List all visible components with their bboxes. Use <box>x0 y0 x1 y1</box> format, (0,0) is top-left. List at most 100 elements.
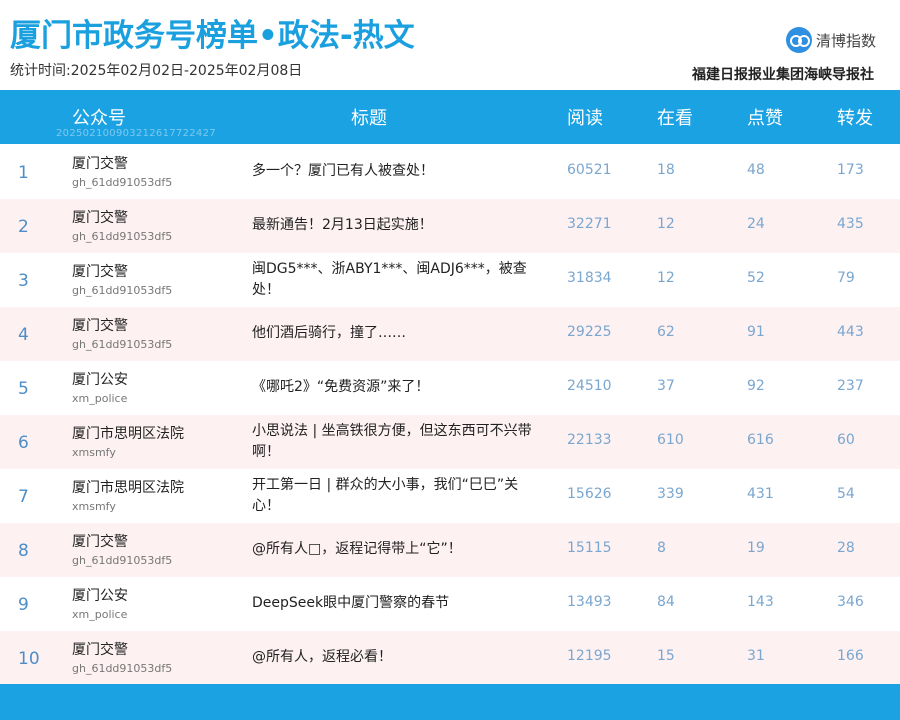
like-count: 616 <box>747 432 774 448</box>
article-title: 多一个？厦门已有人被查处！ <box>252 163 434 179</box>
table-row: 8 厦门交警 gh_61dd91053df5 @所有人□，返程记得带上“它”！ … <box>0 523 900 577</box>
share-count: 28 <box>837 540 855 556</box>
like-count: 48 <box>747 162 765 178</box>
account-id: gh_61dd91053df5 <box>72 662 173 675</box>
read-count: 13493 <box>567 594 612 610</box>
column-header-reads: 阅读 <box>567 108 603 129</box>
looking-count: 18 <box>657 162 675 178</box>
account-name: 厦门交警 <box>72 264 128 280</box>
rank-number: 4 <box>18 325 29 345</box>
looking-count: 610 <box>657 432 684 448</box>
account-name: 厦门市思明区法院 <box>72 426 184 442</box>
read-count: 22133 <box>567 432 612 448</box>
ranking-table: 1 厦门交警 gh_61dd91053df5 多一个？厦门已有人被查处！ 605… <box>0 145 900 685</box>
account-id: xmsmfy <box>72 500 116 513</box>
table-row: 4 厦门交警 gh_61dd91053df5 他们酒后骑行，撞了…… 29225… <box>0 307 900 361</box>
account-id: gh_61dd91053df5 <box>72 554 173 567</box>
share-count: 166 <box>837 648 864 664</box>
account-id: xm_police <box>72 608 128 621</box>
read-count: 24510 <box>567 378 612 394</box>
column-header-account: 公众号 <box>72 108 126 129</box>
rank-number: 8 <box>18 541 29 561</box>
article-title: 小思说法 | 坐高铁很方便，但这东西可不兴带啊！ <box>252 423 532 460</box>
column-header-likes: 点赞 <box>747 108 783 129</box>
table-row: 10 厦门交警 gh_61dd91053df5 @所有人，返程必看！ 12195… <box>0 631 900 685</box>
report-header: 厦门市政务号榜单•政法-热文 统计时间:2025年02月02日-2025年02月… <box>0 0 900 90</box>
rank-number: 3 <box>18 271 29 291</box>
article-title: @所有人□，返程记得带上“它”！ <box>252 541 462 557</box>
account-name: 厦门市思明区法院 <box>72 480 184 496</box>
statistics-period: 统计时间:2025年02月02日-2025年02月08日 <box>10 63 303 79</box>
rank-number: 1 <box>18 163 29 183</box>
like-count: 31 <box>747 648 765 664</box>
table-row: 2 厦门交警 gh_61dd91053df5 最新通告！2月13日起实施！ 32… <box>0 199 900 253</box>
rank-number: 2 <box>18 217 29 237</box>
table-header: 公众号 标题 阅读 在看 点赞 转发 202502100903212617722… <box>0 90 900 144</box>
share-count: 60 <box>837 432 855 448</box>
read-count: 15115 <box>567 540 612 556</box>
share-count: 346 <box>837 594 864 610</box>
account-name: 厦门交警 <box>72 318 128 334</box>
read-count: 29225 <box>567 324 612 340</box>
like-count: 92 <box>747 378 765 394</box>
account-id: gh_61dd91053df5 <box>72 230 173 243</box>
like-count: 19 <box>747 540 765 556</box>
rank-number: 10 <box>18 649 40 669</box>
footer-bar <box>0 684 900 720</box>
account-id: gh_61dd91053df5 <box>72 176 173 189</box>
table-row: 7 厦门市思明区法院 xmsmfy 开工第一日 | 群众的大小事，我们“巳巳”关… <box>0 469 900 523</box>
share-count: 237 <box>837 378 864 394</box>
like-count: 431 <box>747 486 774 502</box>
article-title: 他们酒后骑行，撞了…… <box>252 325 406 341</box>
article-title: 开工第一日 | 群众的大小事，我们“巳巳”关心！ <box>252 477 519 514</box>
rank-number: 9 <box>18 595 29 615</box>
account-id: xmsmfy <box>72 446 116 459</box>
column-header-looking: 在看 <box>657 108 693 129</box>
watermark-id: 20250210090321261772242​7 <box>56 128 216 139</box>
logo-text: 清博指数 <box>815 31 876 50</box>
rank-number: 7 <box>18 487 29 507</box>
column-header-title: 标题 <box>351 108 387 129</box>
share-count: 435 <box>837 216 864 232</box>
page-title: 厦门市政务号榜单•政法-热文 <box>10 18 415 54</box>
account-name: 厦门交警 <box>72 534 128 550</box>
like-count: 52 <box>747 270 765 286</box>
infinity-logo-icon <box>785 27 812 53</box>
publisher-name: 福建日报报业集团海峡导报社 <box>692 67 874 83</box>
account-id: gh_61dd91053df5 <box>72 338 173 351</box>
looking-count: 12 <box>657 270 675 286</box>
account-name: 厦门交警 <box>72 642 128 658</box>
looking-count: 84 <box>657 594 675 610</box>
looking-count: 339 <box>657 486 684 502</box>
table-row: 1 厦门交警 gh_61dd91053df5 多一个？厦门已有人被查处！ 605… <box>0 145 900 199</box>
looking-count: 12 <box>657 216 675 232</box>
read-count: 60521 <box>567 162 612 178</box>
share-count: 54 <box>837 486 855 502</box>
rank-number: 5 <box>18 379 29 399</box>
share-count: 173 <box>837 162 864 178</box>
account-name: 厦门交警 <box>72 156 128 172</box>
article-title: @所有人，返程必看！ <box>252 649 392 665</box>
like-count: 91 <box>747 324 765 340</box>
column-header-shares: 转发 <box>837 108 873 129</box>
table-row: 9 厦门公安 xm_police DeepSeek眼中厦门警察的春节 13493… <box>0 577 900 631</box>
account-name: 厦门公安 <box>72 588 128 604</box>
looking-count: 37 <box>657 378 675 394</box>
qingbo-logo: 清博指数 <box>785 26 876 54</box>
table-row: 5 厦门公安 xm_police 《哪吒2》“免费资源”来了！ 24510 37… <box>0 361 900 415</box>
account-id: xm_police <box>72 392 128 405</box>
read-count: 32271 <box>567 216 612 232</box>
article-title: 闽DG5***、浙ABY1***、闽ADJ6***，被查处！ <box>252 261 527 298</box>
read-count: 15626 <box>567 486 612 502</box>
article-title: 《哪吒2》“免费资源”来了！ <box>252 379 430 395</box>
read-count: 12195 <box>567 648 612 664</box>
table-row: 6 厦门市思明区法院 xmsmfy 小思说法 | 坐高铁很方便，但这东西可不兴带… <box>0 415 900 469</box>
share-count: 79 <box>837 270 855 286</box>
article-title: 最新通告！2月13日起实施！ <box>252 217 433 233</box>
share-count: 443 <box>837 324 864 340</box>
looking-count: 15 <box>657 648 675 664</box>
like-count: 24 <box>747 216 765 232</box>
table-row: 3 厦门交警 gh_61dd91053df5 闽DG5***、浙ABY1***、… <box>0 253 900 307</box>
article-title: DeepSeek眼中厦门警察的春节 <box>252 595 450 611</box>
read-count: 31834 <box>567 270 612 286</box>
